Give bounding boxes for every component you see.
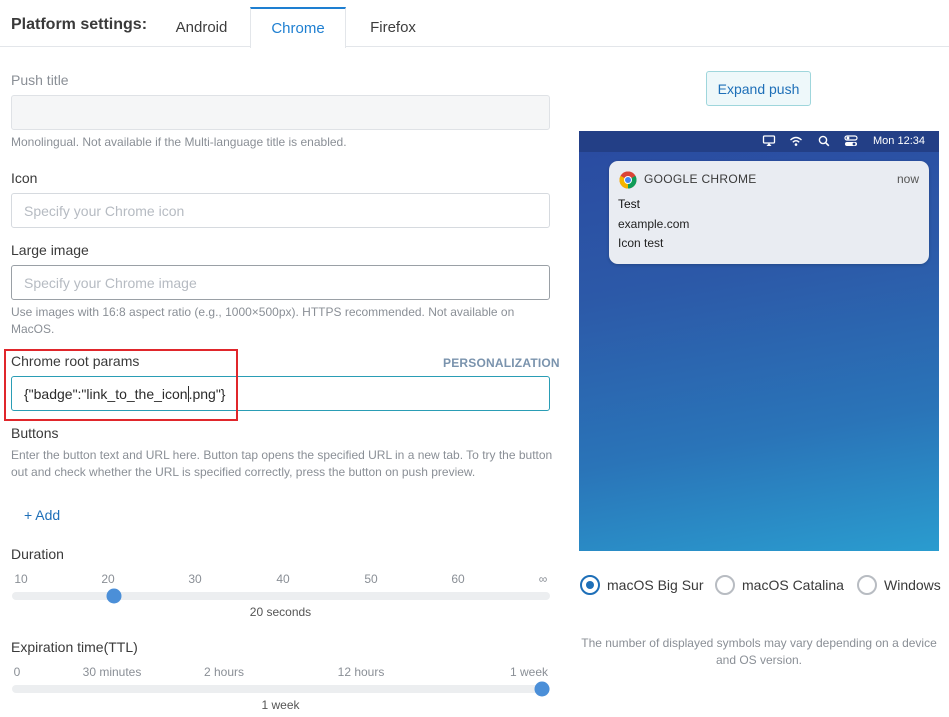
duration-value: 20 seconds [249, 605, 312, 619]
radio-unselected-icon[interactable] [715, 575, 735, 595]
buttons-hint: Enter the button text and URL here. Butt… [11, 448, 553, 479]
platform-tabs-bar: Platform settings: Android Chrome Firefo… [0, 0, 949, 48]
os-option-label: Windows [884, 577, 941, 593]
os-option-label: macOS Big Sur [607, 577, 704, 593]
personalization-link[interactable]: PERSONALIZATION [443, 356, 560, 370]
os-option-windows[interactable]: Windows [857, 574, 941, 596]
chrome-logo-icon [619, 171, 637, 189]
slider-tick-label: 20 [101, 572, 115, 586]
platform-settings-label: Platform settings: [11, 16, 148, 33]
root-params-label: Chrome root params [11, 353, 140, 369]
icon-label: Icon [11, 170, 38, 186]
control-center-icon [844, 134, 858, 151]
ttl-scale: 0 30 minutes 2 hours 12 hours 1 week [11, 665, 550, 681]
radio-selected-icon[interactable] [580, 575, 600, 595]
ttl-value: 1 week [261, 698, 300, 712]
slider-tick-label: 10 [14, 572, 28, 586]
tab-firefox[interactable]: Firefox [356, 7, 430, 47]
expand-push-button[interactable]: Expand push [706, 71, 811, 106]
large-image-hint: Use images with 16:8 aspect ratio (e.g.,… [11, 305, 515, 336]
slider-tick-label: 50 [364, 572, 378, 586]
root-params-input[interactable]: {"badge":"link_to_the_icon .png"} [11, 376, 550, 411]
os-option-macos-catalina[interactable]: macOS Catalina [715, 574, 844, 596]
notification-body: Icon test [618, 236, 664, 250]
slider-tick-label: 30 minutes [82, 665, 142, 679]
add-button[interactable]: + Add [24, 507, 60, 523]
slider-tick-label: 60 [451, 572, 465, 586]
duration-scale: 10 20 30 40 50 60 ∞ [11, 572, 550, 588]
notification-time: now [896, 172, 919, 186]
menubar-clock: Mon 12:34 [873, 135, 925, 147]
duration-slider-thumb[interactable] [106, 588, 122, 604]
slider-tick-label: 2 hours [203, 665, 245, 679]
duration-slider-track[interactable] [12, 588, 550, 604]
os-option-macos-big-sur[interactable]: macOS Big Sur [580, 574, 703, 596]
wifi-icon [789, 134, 803, 151]
macos-preview-screen: Mon 12:34 GOOGLE CHROME now Test example… [579, 131, 939, 551]
push-title-hint: Monolingual. Not available if the Multi-… [11, 135, 347, 149]
icon-input[interactable]: Specify your Chrome icon [11, 193, 550, 228]
push-title-label: Push title [11, 72, 69, 88]
ttl-label: Expiration time(TTL) [11, 639, 138, 655]
push-notification-preview[interactable]: GOOGLE CHROME now Test example.com Icon … [609, 161, 929, 264]
ttl-slider-track[interactable] [12, 681, 550, 697]
notification-title: Test [618, 197, 641, 211]
slider-tick-label: 1 week [509, 665, 549, 679]
push-title-input[interactable] [11, 95, 550, 130]
slider-tick-label: 0 [13, 665, 21, 679]
airplay-icon [762, 134, 776, 151]
tab-chrome[interactable]: Chrome [250, 7, 346, 48]
radio-unselected-icon[interactable] [857, 575, 877, 595]
slider-tick-label: 30 [188, 572, 202, 586]
notification-domain: example.com [618, 217, 690, 231]
duration-label: Duration [11, 546, 64, 562]
preview-disclaimer-note: The number of displayed symbols may vary… [581, 636, 937, 667]
spotlight-search-icon [817, 134, 831, 151]
slider-tick-label: ∞ [538, 572, 548, 586]
os-option-label: macOS Catalina [742, 577, 844, 593]
slider-tick-label: 12 hours [337, 665, 385, 679]
buttons-label: Buttons [11, 425, 59, 441]
large-image-label: Large image [11, 242, 89, 258]
macos-menubar: Mon 12:34 [579, 131, 939, 152]
large-image-input[interactable]: Specify your Chrome image [11, 265, 550, 300]
root-params-value-start: {"badge":"link_to_the_icon [24, 385, 188, 402]
notification-app-name: GOOGLE CHROME [644, 172, 757, 186]
tab-android[interactable]: Android [163, 7, 240, 47]
ttl-slider-thumb[interactable] [534, 681, 550, 697]
root-params-value-end: .png"} [188, 385, 226, 402]
slider-tick-label: 40 [276, 572, 290, 586]
